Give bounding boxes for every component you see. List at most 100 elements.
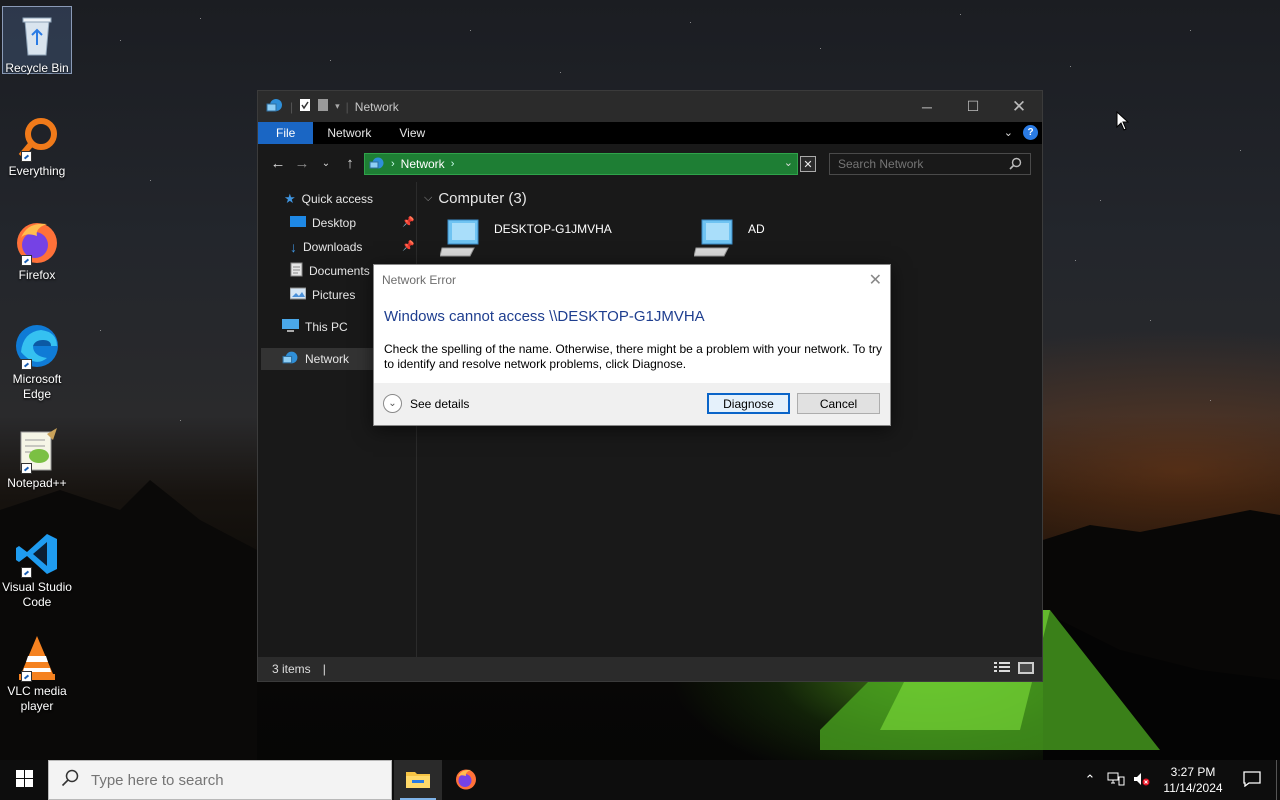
dialog-heading: Windows cannot access \\DESKTOP-G1JMVHA (384, 308, 705, 325)
address-bar[interactable]: › Network › ⌄ (364, 153, 798, 175)
shortcut-arrow-icon (21, 463, 32, 474)
desktop-icon-notepadpp[interactable]: Notepad++ (2, 422, 72, 491)
help-icon[interactable]: ? (1023, 125, 1038, 140)
pin-icon: 📌 (402, 217, 415, 228)
desktop-icon-label: Notepad++ (7, 476, 67, 490)
desktop-icon-vscode[interactable]: Visual Studio Code (2, 526, 72, 610)
computer-item[interactable]: DESKTOP-G1JMVHA (439, 218, 612, 261)
ribbon-tabs: File Network View ⌄ ? (258, 122, 1042, 144)
nav-item-documents[interactable]: Documents (290, 260, 370, 282)
shortcut-arrow-icon (21, 567, 32, 578)
collapse-chevron-icon[interactable]: ⌵ (424, 192, 432, 205)
dialog-message: Check the spelling of the name. Otherwis… (384, 342, 883, 371)
search-input[interactable] (838, 157, 998, 171)
group-header-label: Computer (3) (438, 190, 527, 207)
close-icon[interactable]: ✕ (996, 91, 1042, 122)
network-status-icon[interactable] (1106, 772, 1126, 789)
windows-logo-icon (15, 770, 33, 790)
minimize-icon[interactable]: ─ (904, 91, 950, 122)
items-count: 3 items (272, 662, 311, 676)
clock[interactable]: 3:27 PM 11/14/2024 (1158, 764, 1228, 796)
mouse-cursor-icon (1116, 111, 1130, 131)
tab-file[interactable]: File (258, 122, 314, 144)
shortcut-arrow-icon (21, 255, 32, 266)
taskbar-app-firefox[interactable] (442, 760, 490, 800)
nav-item-desktop[interactable]: Desktop (290, 212, 356, 234)
desktop-icon-label: Visual Studio Code (2, 580, 72, 609)
breadcrumb-network[interactable]: Network (401, 157, 445, 171)
window-title: Network (354, 99, 399, 114)
notifications-icon[interactable] (1234, 770, 1270, 790)
network-folder-icon (266, 97, 284, 116)
address-dropdown-icon[interactable]: ⌄ (784, 156, 793, 169)
nav-item-label: This PC (305, 320, 348, 334)
close-icon[interactable]: ✕ (869, 270, 882, 290)
customize-toolbar-icon[interactable]: ▾ (335, 101, 340, 112)
nav-item-pictures[interactable]: Pictures (289, 284, 356, 306)
tab-view[interactable]: View (385, 122, 439, 144)
dialog-title: Network Error (382, 273, 457, 287)
desktop-icon-edge[interactable]: Microsoft Edge (2, 318, 72, 402)
computer-item[interactable]: AD (693, 218, 765, 261)
breadcrumb-separator-icon[interactable]: › (451, 158, 455, 170)
clock-date: 11/14/2024 (1163, 781, 1223, 795)
taskbar-search-box[interactable] (48, 760, 392, 800)
desktop-icon-recycle-bin[interactable]: Recycle Bin (2, 6, 72, 75)
desktop-icon-label: Firefox (18, 268, 56, 282)
search-box[interactable] (829, 153, 1031, 175)
desktop-icon-vlc[interactable]: VLC media player (2, 630, 72, 714)
status-bar: 3 items | (258, 657, 1042, 681)
start-button[interactable] (0, 760, 48, 800)
see-details-toggle[interactable]: ⌄ See details (383, 394, 469, 413)
new-folder-icon[interactable] (317, 98, 329, 115)
back-arrow-icon[interactable]: ← (266, 155, 290, 172)
stop-loading-icon[interactable]: ✕ (800, 156, 816, 172)
everything-search-icon (13, 114, 61, 162)
up-arrow-icon[interactable]: ↑ (338, 155, 362, 172)
computer-name: DESKTOP-G1JMVHA (494, 222, 612, 236)
maximize-icon[interactable]: ☐ (950, 91, 996, 122)
clock-time: 3:27 PM (1170, 765, 1216, 779)
recent-locations-chevron-icon[interactable]: ⌄ (314, 158, 338, 169)
desktop-icon-label: VLC media player (7, 684, 67, 713)
tab-network[interactable]: Network (313, 122, 385, 144)
notepadpp-icon (13, 426, 61, 474)
properties-icon[interactable] (299, 98, 311, 115)
forward-arrow-icon[interactable]: → (290, 155, 314, 172)
cancel-button[interactable]: Cancel (797, 393, 880, 414)
taskbar-search-input[interactable] (91, 771, 351, 789)
diagnose-button[interactable]: Diagnose (707, 393, 790, 414)
taskbar-app-file-explorer[interactable] (394, 760, 442, 800)
nav-item-label: Desktop (312, 216, 357, 230)
star-icon: ★ (284, 191, 296, 206)
nav-item-quick-access[interactable]: ★ Quick access (284, 188, 373, 210)
desktop-icon-label: Microsoft Edge (12, 372, 62, 401)
search-icon (61, 769, 79, 791)
dialog-footer: ⌄ See details Diagnose Cancel (374, 383, 890, 425)
pin-icon: 📌 (402, 241, 415, 252)
download-arrow-icon: ↓ (290, 239, 297, 255)
title-bar[interactable]: | ▾ | Network ─ ☐ ✕ (258, 91, 1042, 122)
show-desktop-button[interactable] (1276, 760, 1280, 800)
nav-item-label: Downloads (303, 240, 363, 254)
nav-item-label: Pictures (312, 288, 356, 302)
file-explorer-icon (406, 769, 430, 792)
network-computer-icon (439, 218, 484, 261)
network-computer-icon (693, 218, 738, 261)
shortcut-arrow-icon (21, 671, 32, 682)
large-icons-view-icon[interactable] (1018, 662, 1034, 677)
nav-item-this-pc[interactable]: This PC (282, 316, 348, 338)
show-hidden-icons-chevron-icon[interactable]: ⌃ (1080, 772, 1100, 788)
shortcut-arrow-icon (21, 151, 32, 162)
expand-ribbon-icon[interactable]: ⌄ (1004, 126, 1013, 139)
details-view-icon[interactable] (994, 662, 1010, 677)
search-icon (1009, 157, 1022, 173)
nav-item-label: Documents (309, 264, 370, 278)
firefox-icon (13, 218, 61, 266)
group-header-computer[interactable]: ⌵ Computer (3) (424, 190, 527, 207)
volume-muted-icon[interactable] (1132, 772, 1152, 789)
nav-item-downloads[interactable]: ↓ Downloads (290, 236, 362, 258)
desktop-icon-firefox[interactable]: Firefox (2, 214, 72, 283)
desktop-icon-everything[interactable]: Everything (2, 110, 72, 179)
navigation-bar: ← → ⌄ ↑ › Network › ⌄ ✕ (258, 144, 1042, 182)
